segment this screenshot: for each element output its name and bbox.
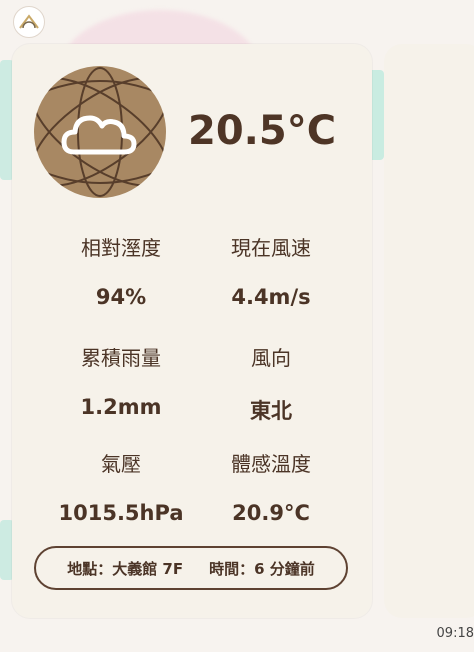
location-text: 地點：大義館 7F	[67, 559, 184, 578]
feels-like-label: 體感溫度	[231, 452, 311, 476]
current-temperature: 20.5°C	[188, 108, 337, 154]
wind-direction-value: 東北	[250, 399, 292, 423]
feels-like-value: 20.9°C	[232, 501, 310, 525]
next-weather-card[interactable]	[384, 44, 474, 618]
pressure-value: 1015.5hPa	[58, 501, 184, 525]
updated-time-text: 時間：6 分鐘前	[209, 559, 315, 578]
app-logo[interactable]	[13, 6, 45, 38]
humidity-label: 相對溼度	[81, 236, 161, 260]
rainfall-stat: 累積雨量 1.2mm	[46, 342, 196, 419]
wind-speed-label: 現在風速	[231, 236, 311, 260]
pressure-label: 氣壓	[101, 452, 141, 476]
logo-icon	[19, 14, 39, 29]
wind-speed-stat: 現在風速 4.4m/s	[196, 232, 346, 309]
feels-like-stat: 體感溫度 20.9°C	[196, 448, 346, 525]
rainfall-value: 1.2mm	[80, 395, 162, 419]
rainfall-label: 累積雨量	[81, 346, 161, 370]
wind-direction-label: 風向	[251, 346, 291, 370]
location-time-pill: 地點：大義館 7F 時間：6 分鐘前	[34, 546, 348, 590]
humidity-stat: 相對溼度 94%	[46, 232, 196, 309]
pressure-stat: 氣壓 1015.5hPa	[46, 448, 196, 525]
wind-direction-stat: 風向 東北	[196, 342, 346, 425]
badge-pattern	[34, 67, 166, 197]
wind-speed-value: 4.4m/s	[231, 285, 311, 309]
weather-icon-badge	[34, 66, 166, 198]
humidity-value: 94%	[95, 285, 147, 309]
cloud-icon	[61, 115, 137, 155]
clock-text: 09:18	[436, 626, 474, 641]
